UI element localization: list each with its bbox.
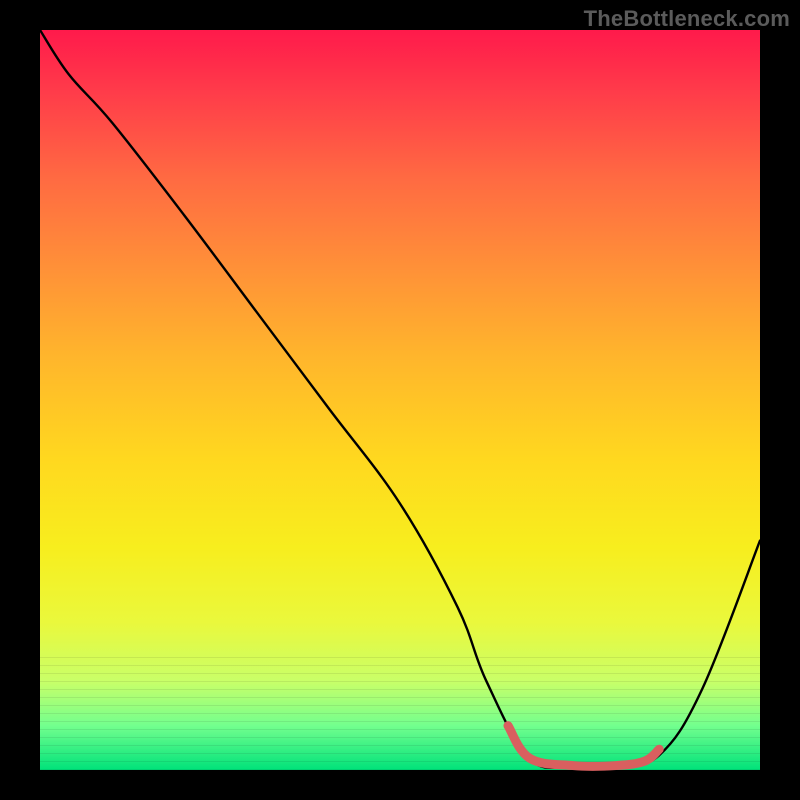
bottleneck-curve xyxy=(40,30,760,768)
chart-container: TheBottleneck.com xyxy=(0,0,800,800)
attribution-label: TheBottleneck.com xyxy=(584,6,790,32)
plot-area xyxy=(40,30,760,770)
optimal-range-highlight xyxy=(508,726,659,767)
curve-layer xyxy=(40,30,760,770)
